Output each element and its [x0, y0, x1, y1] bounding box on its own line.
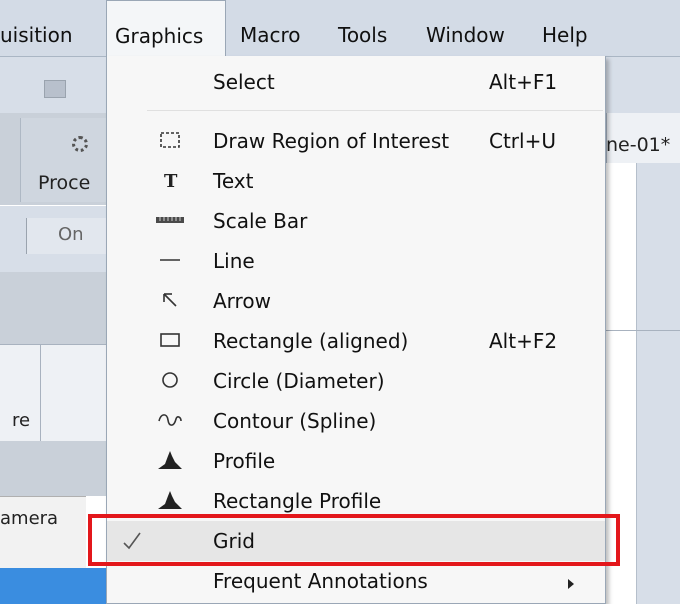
menu-item-select[interactable]: Select Alt+F1	[107, 62, 605, 102]
menu-window[interactable]: Window	[418, 0, 513, 56]
camera-cell[interactable]	[0, 496, 86, 569]
menu-item-frequent-annotations[interactable]: Frequent Annotations	[107, 561, 605, 601]
toolbar-strip-right	[606, 57, 680, 113]
menu-item-label: Line	[213, 249, 255, 273]
menu-separator	[147, 110, 603, 111]
menu-help[interactable]: Help	[534, 0, 596, 56]
menu-item-shortcut: Ctrl+U	[489, 129, 556, 153]
menu-item-rectangle[interactable]: Rectangle (aligned) Alt+F2	[107, 321, 605, 361]
menu-item-label: Rectangle (aligned)	[213, 329, 409, 353]
column-label: re	[12, 410, 31, 431]
menu-item-shortcut: Alt+F1	[489, 70, 558, 94]
menu-item-arrow[interactable]: Arrow	[107, 281, 605, 321]
menu-item-contour[interactable]: Contour (Spline)	[107, 401, 605, 441]
right-divider	[606, 330, 680, 331]
toolbar-icon[interactable]	[44, 80, 66, 98]
process-label: Proce	[38, 172, 91, 194]
annotation-highlight-box	[88, 514, 620, 566]
menu-item-shortcut: Alt+F2	[489, 329, 558, 353]
document-tab-label: ne-01*	[606, 134, 671, 156]
rectangle-icon	[153, 327, 187, 353]
menu-item-label: Select	[213, 70, 275, 94]
left-panel-lower	[0, 441, 106, 496]
menu-item-label: Contour (Spline)	[213, 409, 377, 433]
menu-item-label: Profile	[213, 449, 276, 473]
circle-icon	[153, 367, 187, 393]
left-panel-mid	[0, 272, 106, 344]
menu-graphics[interactable]: Graphics	[106, 0, 226, 57]
menu-item-label: Draw Region of Interest	[213, 129, 450, 153]
spline-icon	[153, 407, 187, 433]
menu-acquisition[interactable]: uisition	[0, 0, 81, 56]
gear-icon	[72, 136, 88, 152]
menu-item-circle[interactable]: Circle (Diameter)	[107, 361, 605, 401]
svg-text:T: T	[164, 171, 178, 190]
menu-item-draw-roi[interactable]: Draw Region of Interest Ctrl+U	[107, 121, 605, 161]
on-label: On	[58, 224, 84, 245]
menu-macro[interactable]: Macro	[232, 0, 309, 56]
menu-bar: uisition Graphics Macro Tools Window Hel…	[0, 0, 680, 57]
right-scroll	[636, 163, 680, 604]
text-T-icon: T	[153, 167, 187, 193]
menu-item-profile[interactable]: Profile	[107, 441, 605, 481]
submenu-arrow-icon	[567, 575, 575, 594]
line-icon	[153, 247, 187, 273]
column-divider	[40, 345, 41, 441]
menu-item-text[interactable]: T Text	[107, 161, 605, 201]
profile-icon	[153, 447, 187, 473]
menu-item-scale-bar[interactable]: Scale Bar	[107, 201, 605, 241]
menu-item-line[interactable]: Line	[107, 241, 605, 281]
rectangle-profile-icon	[153, 487, 187, 513]
selected-row[interactable]	[0, 568, 106, 604]
scale-bar-icon	[153, 207, 187, 233]
camera-label: amera	[0, 508, 59, 529]
menu-tools[interactable]: Tools	[330, 0, 395, 56]
menu-item-label: Frequent Annotations	[213, 569, 428, 593]
menu-item-label: Scale Bar	[213, 209, 308, 233]
menu-item-label: Arrow	[213, 289, 271, 313]
menu-item-label: Circle (Diameter)	[213, 369, 385, 393]
roi-dashed-rect-icon	[153, 127, 187, 153]
menu-item-label: Text	[213, 169, 254, 193]
arrow-icon	[153, 287, 187, 313]
